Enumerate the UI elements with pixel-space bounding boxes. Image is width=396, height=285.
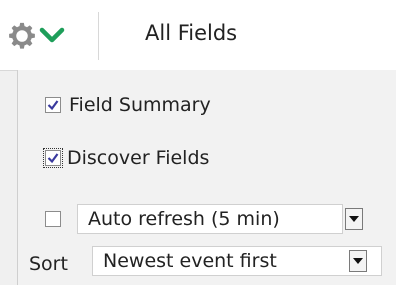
field-summary-checkbox[interactable] <box>45 97 61 113</box>
field-summary-option[interactable]: Field Summary <box>45 94 211 116</box>
checkmark-icon <box>47 100 59 111</box>
discover-fields-checkbox[interactable] <box>43 148 63 168</box>
field-filter-select[interactable]: All Fields <box>145 21 237 45</box>
auto-refresh-checkbox[interactable] <box>45 211 61 227</box>
discover-fields-label: Discover Fields <box>67 147 210 169</box>
toolbar-divider <box>98 12 99 60</box>
gear-icon[interactable] <box>7 21 37 51</box>
sort-select[interactable]: Newest event first <box>92 246 382 276</box>
chevron-down-icon <box>353 258 363 264</box>
chevron-down-icon <box>349 216 359 222</box>
discover-fields-option[interactable]: Discover Fields <box>43 147 210 169</box>
options-panel: Field Summary Discover Fields Auto refre… <box>17 70 396 285</box>
auto-refresh-interval-select[interactable]: Auto refresh (5 min) <box>77 204 343 234</box>
checkmark-icon <box>47 153 59 164</box>
field-summary-label: Field Summary <box>69 94 211 116</box>
auto-refresh-dropdown-button[interactable] <box>345 208 363 230</box>
sort-dropdown-button[interactable] <box>349 250 367 272</box>
sort-label: Sort <box>29 253 68 275</box>
toolbar: All Fields <box>0 0 396 71</box>
chevron-down-icon[interactable] <box>38 25 66 45</box>
sort-select-value: Newest event first <box>103 250 277 272</box>
auto-refresh-interval-value: Auto refresh (5 min) <box>88 208 280 230</box>
